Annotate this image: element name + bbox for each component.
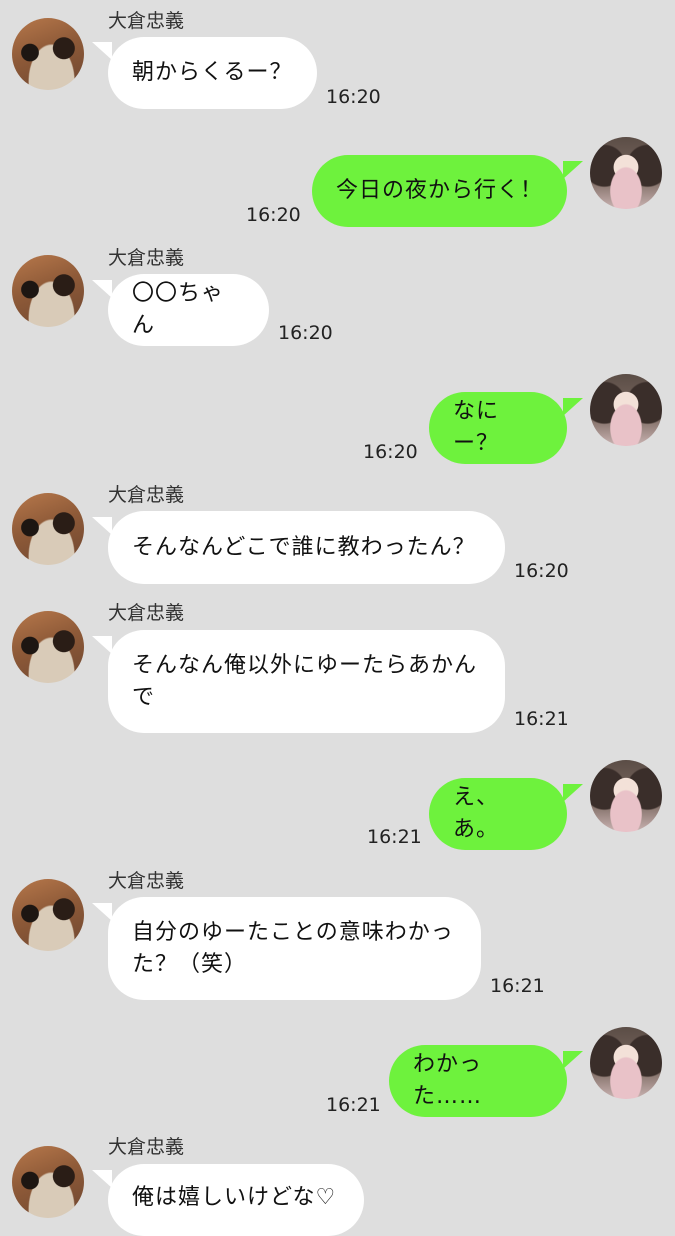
- message-bubble[interactable]: 自分のゆーたことの意味わかっ た？（笑）: [108, 897, 481, 1000]
- contact-avatar[interactable]: [12, 879, 84, 951]
- sender-name: 大倉忠義: [108, 870, 185, 892]
- contact-avatar[interactable]: [12, 255, 84, 327]
- sender-name: 大倉忠義: [108, 602, 185, 624]
- message-bubble[interactable]: 〇〇ちゃん: [108, 274, 269, 346]
- message-text: 朝からくるー？: [132, 60, 293, 85]
- message-text: え、あ。: [453, 785, 500, 842]
- message-time: 16:20: [363, 441, 418, 463]
- bubble-tail: [563, 161, 583, 179]
- bubble-tail: [92, 636, 112, 654]
- user-avatar[interactable]: [590, 1027, 662, 1099]
- message-text-line-1: そんなん俺以外にゆーたらあかん: [132, 653, 478, 678]
- message-text: そんなんどこで誰に教わったん？: [132, 534, 476, 560]
- sender-name: 大倉忠義: [108, 1136, 185, 1158]
- message-bubble[interactable]: 今日の夜から行く！: [312, 155, 567, 227]
- message-bubble[interactable]: 朝からくるー？: [108, 37, 317, 109]
- message-bubble[interactable]: わかった……: [389, 1045, 567, 1117]
- message-time: 16:20: [246, 204, 301, 226]
- sender-name: 大倉忠義: [108, 484, 185, 506]
- message-bubble[interactable]: そんなんどこで誰に教わったん？: [108, 511, 505, 584]
- bubble-tail: [92, 280, 112, 298]
- bubble-tail: [92, 1170, 112, 1188]
- message-text-line-1: 自分のゆーたことの意味わかっ: [132, 920, 454, 945]
- bubble-tail: [92, 903, 112, 921]
- bubble-tail: [92, 42, 112, 60]
- message-time: 16:21: [367, 826, 422, 848]
- contact-avatar[interactable]: [12, 1146, 84, 1218]
- message-text: なにー？: [453, 399, 500, 456]
- message-bubble[interactable]: なにー？: [429, 392, 567, 464]
- message-text: 俺は嬉しいけどな♡: [132, 1185, 337, 1210]
- sender-name: 大倉忠義: [108, 247, 185, 269]
- user-avatar[interactable]: [590, 374, 662, 446]
- contact-avatar[interactable]: [12, 493, 84, 565]
- user-avatar[interactable]: [590, 760, 662, 832]
- user-avatar[interactable]: [590, 137, 662, 209]
- bubble-tail: [563, 1051, 583, 1069]
- message-bubble[interactable]: 俺は嬉しいけどな♡: [108, 1164, 364, 1236]
- message-time: 16:20: [278, 322, 333, 344]
- message-time: 16:21: [514, 708, 569, 730]
- bubble-tail: [563, 398, 583, 416]
- message-bubble[interactable]: そんなん俺以外にゆーたらあかん で: [108, 630, 505, 733]
- message-time: 16:21: [490, 975, 545, 997]
- message-time: 16:20: [326, 86, 381, 108]
- bubble-tail: [92, 517, 112, 535]
- message-text: 〇〇ちゃん: [132, 281, 225, 338]
- bubble-tail: [563, 784, 583, 802]
- message-text-line-2: で: [132, 685, 156, 710]
- message-bubble[interactable]: え、あ。: [429, 778, 567, 850]
- contact-avatar[interactable]: [12, 18, 84, 90]
- sender-name: 大倉忠義: [108, 10, 185, 32]
- message-time: 16:20: [514, 560, 569, 582]
- message-text-line-2: た？（笑）: [132, 952, 248, 977]
- message-text: わかった……: [413, 1052, 483, 1109]
- message-time: 16:21: [326, 1094, 381, 1116]
- contact-avatar[interactable]: [12, 611, 84, 683]
- message-text: 今日の夜から行く！: [336, 178, 544, 203]
